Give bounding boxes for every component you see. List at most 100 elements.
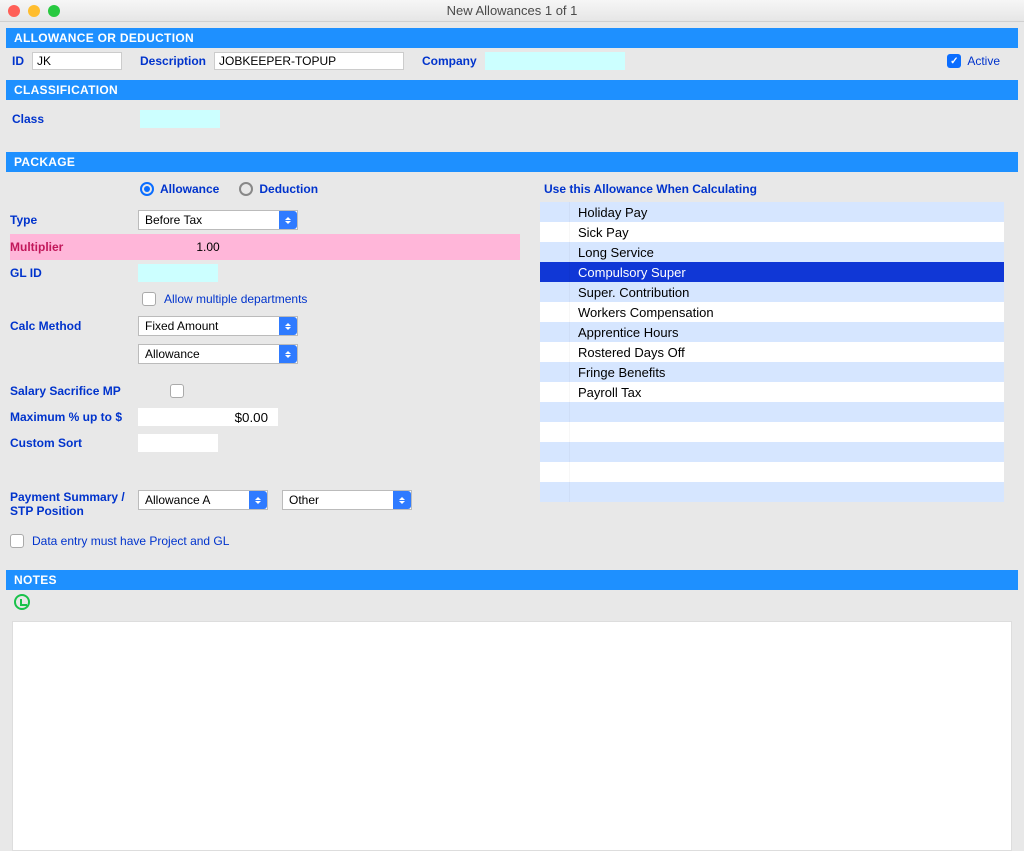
calc-list-item[interactable]: Apprentice Hours [540, 322, 1004, 342]
active-checkbox[interactable]: ✓ [947, 54, 961, 68]
payment-summary-value-2: Other [289, 493, 319, 507]
type-select[interactable]: Before Tax [138, 210, 298, 230]
calc-list-item[interactable]: Fringe Benefits [540, 362, 1004, 382]
notes-textarea[interactable] [12, 621, 1012, 851]
multiplier-label: Multiplier [10, 240, 138, 254]
calc-list-item[interactable]: Sick Pay [540, 222, 1004, 242]
calc-item-label: Super. Contribution [578, 285, 689, 300]
calc-item-check-column [540, 262, 570, 282]
salary-sacrifice-row: Salary Sacrifice MP [10, 378, 520, 404]
payment-summary-value: Allowance A [145, 493, 210, 507]
chevron-updown-icon [393, 491, 411, 509]
calc-list-item[interactable]: Long Service [540, 242, 1004, 262]
description-label: Description [140, 54, 206, 68]
calc-item-check-column [540, 402, 570, 422]
calc-list-item[interactable] [540, 482, 1004, 502]
description-input[interactable] [214, 52, 404, 70]
type-row: Type Before Tax [10, 206, 520, 234]
gl-id-label: GL ID [10, 266, 138, 280]
calc-list-title: Use this Allowance When Calculating [540, 178, 1004, 202]
calc-item-label: Holiday Pay [578, 205, 647, 220]
calc-subtype-select[interactable]: Allowance [138, 344, 298, 364]
calc-list-item[interactable]: Holiday Pay [540, 202, 1004, 222]
data-entry-row: Data entry must have Project and GL [10, 528, 520, 554]
calc-item-check-column [540, 442, 570, 462]
id-input[interactable] [32, 52, 122, 70]
payment-summary-select[interactable]: Allowance A [138, 490, 268, 510]
radio-allowance-label: Allowance [160, 182, 219, 196]
payment-summary-select-2[interactable]: Other [282, 490, 412, 510]
section-notes: NOTES [6, 570, 1018, 590]
calc-item-check-column [540, 282, 570, 302]
calc-subtype-value: Allowance [145, 347, 200, 361]
calc-item-label: Apprentice Hours [578, 325, 678, 340]
calc-method-value: Fixed Amount [145, 319, 218, 333]
allowance-deduction-radio-group: Allowance Deduction [10, 178, 520, 206]
custom-sort-row: Custom Sort [10, 430, 520, 456]
salary-sacrifice-checkbox[interactable] [170, 384, 184, 398]
calc-list-item[interactable]: Super. Contribution [540, 282, 1004, 302]
classification-row: Class [6, 100, 1018, 152]
history-icon[interactable] [14, 594, 30, 610]
calc-item-label: Rostered Days Off [578, 345, 685, 360]
calc-item-check-column [540, 482, 570, 502]
section-package: PACKAGE [6, 152, 1018, 172]
calc-item-check-column [540, 202, 570, 222]
gl-id-input[interactable] [138, 264, 218, 282]
chevron-updown-icon [249, 491, 267, 509]
calc-item-label: Workers Compensation [578, 305, 714, 320]
calc-list-item[interactable] [540, 462, 1004, 482]
calc-method-label: Calc Method [10, 319, 138, 333]
chevron-updown-icon [279, 211, 297, 229]
calc-item-check-column [540, 302, 570, 322]
data-entry-label: Data entry must have Project and GL [32, 534, 229, 548]
calc-item-check-column [540, 222, 570, 242]
multiplier-input[interactable] [138, 240, 278, 254]
package-body: Allowance Deduction Type Before Tax Mult… [6, 172, 1018, 564]
notes-toolbar [6, 590, 1018, 617]
active-label: Active [967, 54, 1000, 68]
chevron-updown-icon [279, 345, 297, 363]
calc-item-check-column [540, 422, 570, 442]
calc-item-check-column [540, 342, 570, 362]
header-row: ID Description Company ✓ Active [6, 48, 1018, 74]
gl-id-row: GL ID [10, 260, 520, 286]
radio-deduction-label: Deduction [259, 182, 318, 196]
calc-item-check-column [540, 242, 570, 262]
max-pct-label: Maximum % up to $ [10, 410, 138, 424]
calc-list: Holiday Pay Sick PayLong Service Compulsor… [540, 202, 1004, 502]
calc-list-item[interactable]: Rostered Days Off [540, 342, 1004, 362]
section-allowance-or-deduction: ALLOWANCE OR DEDUCTION [6, 28, 1018, 48]
data-entry-checkbox[interactable] [10, 534, 24, 548]
calc-item-check-column [540, 382, 570, 402]
calc-item-label: Fringe Benefits [578, 365, 665, 380]
multiplier-row: Multiplier [10, 234, 520, 260]
custom-sort-label: Custom Sort [10, 436, 138, 450]
window-title: New Allowances 1 of 1 [0, 3, 1024, 18]
calc-item-label: Compulsory Super [578, 265, 686, 280]
calc-subtype-row: Allowance [10, 340, 520, 368]
chevron-updown-icon [279, 317, 297, 335]
calc-list-item[interactable] [540, 422, 1004, 442]
calc-item-check-column [540, 362, 570, 382]
allow-multi-dept-label: Allow multiple departments [164, 292, 307, 306]
allow-multi-dept-checkbox[interactable] [142, 292, 156, 306]
max-pct-input[interactable] [138, 408, 278, 426]
max-pct-row: Maximum % up to $ [10, 404, 520, 430]
class-input[interactable] [140, 110, 220, 128]
calc-method-row: Calc Method Fixed Amount [10, 312, 520, 340]
calc-list-item[interactable]: Compulsory Super [540, 262, 1004, 282]
radio-allowance[interactable] [140, 182, 154, 196]
calc-item-check-column [540, 322, 570, 342]
calc-list-item[interactable]: Workers Compensation [540, 302, 1004, 322]
calc-method-select[interactable]: Fixed Amount [138, 316, 298, 336]
id-label: ID [12, 54, 24, 68]
company-input[interactable] [485, 52, 625, 70]
calc-list-item[interactable]: Payroll Tax [540, 382, 1004, 402]
allow-multi-dept-row: Allow multiple departments [10, 286, 520, 312]
custom-sort-input[interactable] [138, 434, 218, 452]
radio-deduction[interactable] [239, 182, 253, 196]
salary-sacrifice-label: Salary Sacrifice MP [10, 384, 170, 398]
calc-list-item[interactable] [540, 442, 1004, 462]
calc-list-item[interactable] [540, 402, 1004, 422]
